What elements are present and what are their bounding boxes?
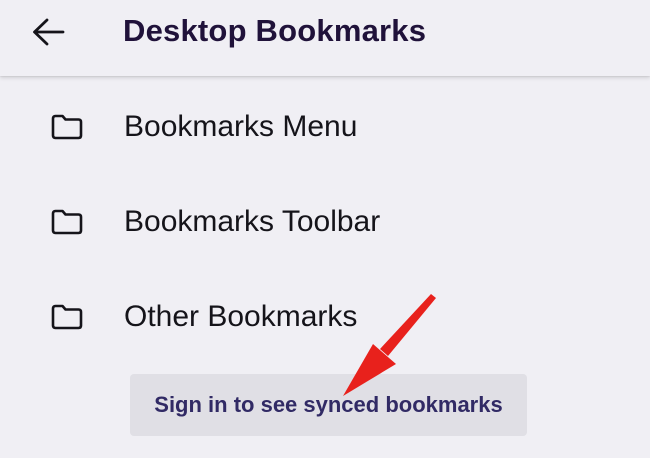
app-header: Desktop Bookmarks <box>0 0 650 76</box>
folder-icon <box>51 304 83 329</box>
folder-label: Bookmarks Menu <box>124 109 358 143</box>
folder-icon <box>51 209 83 234</box>
folder-item-bookmarks-menu[interactable]: Bookmarks Menu <box>0 79 650 174</box>
folder-label: Other Bookmarks <box>124 299 358 333</box>
folder-icon <box>51 114 83 139</box>
arrow-left-icon <box>33 18 65 46</box>
folder-item-bookmarks-toolbar[interactable]: Bookmarks Toolbar <box>0 174 650 269</box>
page-title: Desktop Bookmarks <box>123 13 427 48</box>
back-button[interactable] <box>20 8 76 56</box>
sign-in-synced-bookmarks-button[interactable]: Sign in to see synced bookmarks <box>130 374 527 436</box>
folder-label: Bookmarks Toolbar <box>124 204 381 238</box>
folder-item-other-bookmarks[interactable]: Other Bookmarks <box>0 269 650 364</box>
